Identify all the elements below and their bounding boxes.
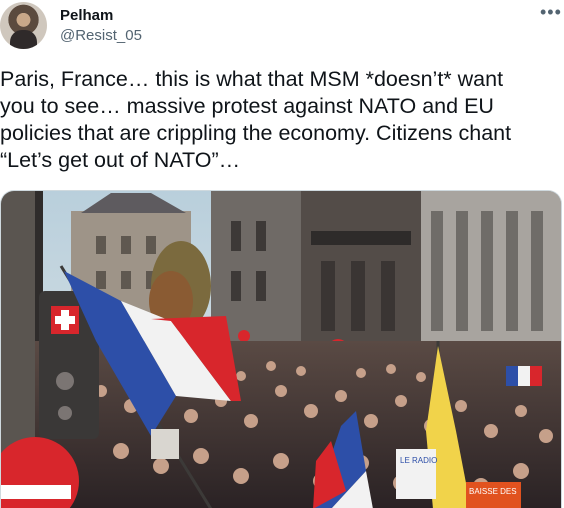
- tweet-text: Paris, France… this is what that MSM *do…: [0, 67, 512, 172]
- ellipsis-icon[interactable]: •••: [540, 2, 562, 23]
- protest-scene: LE RADIO BAISSE DES: [1, 191, 561, 508]
- author-display-name[interactable]: Pelham: [60, 7, 113, 24]
- tweet-header: Pelham @Resist_05 •••: [0, 0, 564, 60]
- small-flag: [506, 366, 542, 386]
- sign-radio-text: LE RADIO: [400, 456, 437, 465]
- avatar[interactable]: [0, 2, 47, 49]
- tweet-photo[interactable]: LE RADIO BAISSE DES: [0, 190, 562, 508]
- author-handle[interactable]: @Resist_05: [60, 27, 142, 44]
- sign-baisse-text: BAISSE DES: [469, 487, 517, 496]
